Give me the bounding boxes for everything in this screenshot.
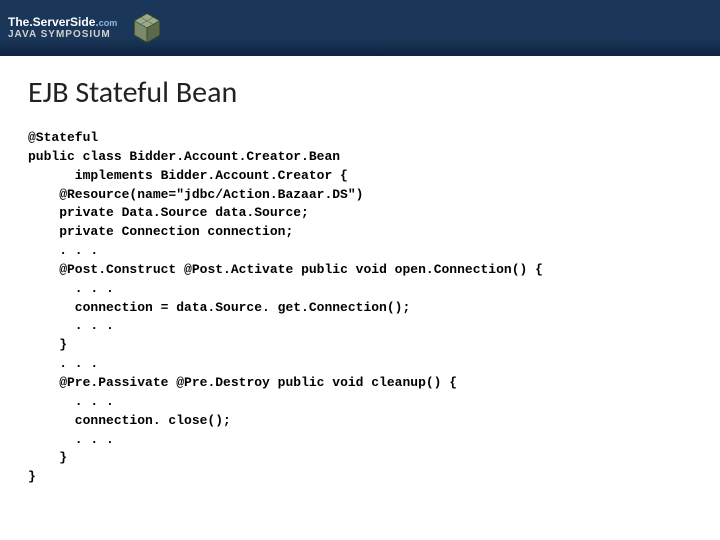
code-line: . . . bbox=[28, 243, 98, 258]
brand-main: Server bbox=[33, 15, 70, 29]
code-line: . . . bbox=[28, 356, 98, 371]
code-line: public void open.Connection() { bbox=[293, 262, 543, 277]
code-line: private Connection connection; bbox=[28, 224, 293, 239]
slide-title: EJB Stateful Bean bbox=[28, 74, 692, 111]
code-line: private Data.Source data.Source; bbox=[28, 205, 309, 220]
code-line: . . . bbox=[28, 281, 114, 296]
brand-block: The.ServerSide.com JAVA SYMPOSIUM bbox=[8, 16, 117, 40]
slide-content: EJB Stateful Bean @Stateful public class… bbox=[0, 56, 720, 505]
brand-subtitle: JAVA SYMPOSIUM bbox=[8, 29, 117, 40]
code-line: @Post.Activate bbox=[176, 262, 293, 277]
header-bar: The.ServerSide.com JAVA SYMPOSIUM bbox=[0, 0, 720, 56]
code-line: . . . bbox=[28, 394, 114, 409]
code-line: @Pre.Passivate bbox=[28, 375, 168, 390]
brand-com: com bbox=[99, 18, 118, 28]
code-block: @Stateful public class Bidder.Account.Cr… bbox=[28, 129, 692, 487]
cube-icon bbox=[129, 10, 165, 46]
code-line: connection = data.Source. get.Connection… bbox=[28, 300, 410, 315]
code-line: } bbox=[28, 450, 67, 465]
brand-suffix: Side bbox=[70, 15, 95, 29]
brand-top-line: The.ServerSide.com bbox=[8, 16, 117, 29]
code-line: @Stateful bbox=[28, 130, 98, 145]
code-line: public class Bidder.Account.Creator.Bean bbox=[28, 149, 340, 164]
code-line: @Pre.Destroy bbox=[168, 375, 269, 390]
code-line: connection. close(); bbox=[28, 413, 231, 428]
code-line: public void cleanup() { bbox=[270, 375, 457, 390]
code-line: } bbox=[28, 469, 36, 484]
code-line: @Resource(name="jdbc/Action.Bazaar.DS") bbox=[28, 187, 363, 202]
code-line: @Post.Construct bbox=[28, 262, 176, 277]
code-line: implements Bidder.Account.Creator { bbox=[28, 168, 348, 183]
code-line: . . . bbox=[28, 318, 114, 333]
code-line: } bbox=[28, 337, 67, 352]
brand-prefix: The. bbox=[8, 15, 33, 29]
code-line: . . . bbox=[28, 432, 114, 447]
